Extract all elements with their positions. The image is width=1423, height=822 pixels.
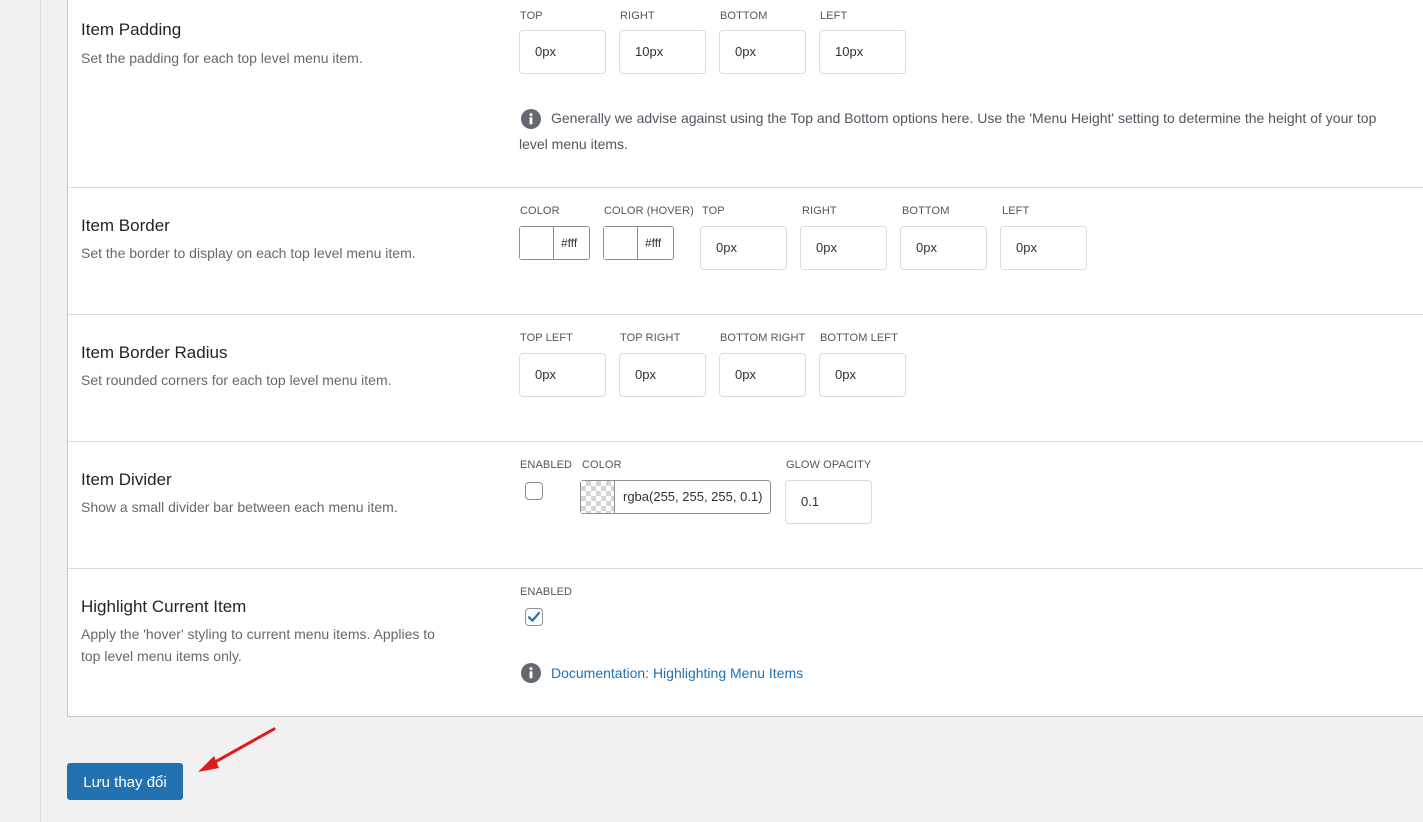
radius-top-left-input[interactable]: 0px (519, 353, 606, 397)
divider-enabled-checkbox[interactable] (525, 482, 543, 500)
border-right-input[interactable]: 0px (800, 226, 887, 270)
radius-bottom-right-label: BOTTOM RIGHT (720, 332, 806, 344)
highlight-current-item-row: Highlight Current Item Apply the 'hover'… (68, 568, 1423, 717)
highlight-description-line1: Apply the 'hover' styling to current men… (81, 626, 435, 642)
item-border-radius-row: Item Border Radius Set rounded corners f… (68, 314, 1423, 442)
glow-opacity-input[interactable]: 0.1 (785, 480, 872, 524)
border-color-hover-label: COLOR (HOVER) (604, 205, 694, 217)
border-left-input[interactable]: 0px (1000, 226, 1087, 270)
border-right-label: RIGHT (802, 205, 837, 217)
radius-bottom-left-input[interactable]: 0px (819, 353, 906, 397)
divider-enabled-label: ENABLED (520, 459, 573, 471)
documentation-link[interactable]: Documentation: Highlighting Menu Items (551, 665, 803, 681)
divider-color-label: COLOR (582, 459, 622, 471)
padding-top-label: TOP (520, 10, 543, 22)
radius-top-right-label: TOP RIGHT (620, 332, 681, 344)
left-divider-line (40, 0, 41, 822)
radius-top-left-label: TOP LEFT (520, 332, 573, 344)
item-padding-row: Item Padding Set the padding for each to… (68, 0, 1423, 188)
padding-note-line1: Generally we advise against using the To… (551, 110, 1377, 126)
padding-right-input[interactable]: 10px (619, 30, 706, 74)
item-border-radius-title: Item Border Radius (81, 343, 228, 362)
border-color-hover-picker[interactable]: #fff (603, 226, 674, 260)
highlight-enabled-label: ENABLED (520, 586, 573, 598)
item-padding-description: Set the padding for each top level menu … (81, 50, 363, 66)
border-bottom-input[interactable]: 0px (900, 226, 987, 270)
border-color-picker[interactable]: #fff (519, 226, 590, 260)
item-border-row: Item Border Set the border to display on… (68, 187, 1423, 315)
red-arrow-annotation (198, 727, 276, 772)
border-top-input[interactable]: 0px (700, 226, 787, 270)
info-icon (521, 663, 541, 683)
border-left-label: LEFT (1002, 205, 1030, 217)
padding-left-input[interactable]: 10px (819, 30, 906, 74)
item-border-description: Set the border to display on each top le… (81, 245, 416, 261)
padding-right-label: RIGHT (620, 10, 655, 22)
radius-top-right-input[interactable]: 0px (619, 353, 706, 397)
color-swatch[interactable] (520, 227, 554, 259)
divider-color-picker[interactable]: rgba(255, 255, 255, 0.1) (580, 480, 771, 514)
info-icon (521, 109, 541, 129)
highlight-description-line2: top level menu items only. (81, 648, 242, 664)
highlight-enabled-checkbox[interactable] (525, 608, 543, 626)
highlight-current-item-title: Highlight Current Item (81, 597, 247, 616)
item-divider-title: Item Divider (81, 470, 172, 489)
save-changes-button[interactable]: Lưu thay đổi (67, 763, 183, 800)
padding-bottom-input[interactable]: 0px (719, 30, 806, 74)
border-color-hover-value[interactable]: #fff (645, 227, 661, 259)
color-swatch-transparent[interactable] (581, 481, 615, 513)
padding-top-input[interactable]: 0px (519, 30, 606, 74)
border-color-value[interactable]: #fff (561, 227, 577, 259)
radius-bottom-right-input[interactable]: 0px (719, 353, 806, 397)
border-bottom-label: BOTTOM (902, 205, 950, 217)
radius-bottom-left-label: BOTTOM LEFT (820, 332, 898, 344)
item-padding-title: Item Padding (81, 20, 182, 39)
settings-panel: Item Padding Set the padding for each to… (67, 0, 1423, 717)
border-color-label: COLOR (520, 205, 560, 217)
item-border-radius-description: Set rounded corners for each top level m… (81, 372, 392, 388)
checkmark-icon (527, 611, 541, 622)
glow-opacity-label: GLOW OPACITY (786, 459, 872, 471)
item-border-title: Item Border (81, 216, 170, 235)
border-top-label: TOP (702, 205, 725, 217)
padding-left-label: LEFT (820, 10, 848, 22)
padding-bottom-label: BOTTOM (720, 10, 768, 22)
padding-note-line2: level menu items. (519, 136, 628, 152)
item-divider-description: Show a small divider bar between each me… (81, 499, 398, 515)
divider-color-value[interactable]: rgba(255, 255, 255, 0.1) (623, 481, 763, 513)
item-divider-row: Item Divider Show a small divider bar be… (68, 441, 1423, 569)
color-swatch[interactable] (604, 227, 638, 259)
